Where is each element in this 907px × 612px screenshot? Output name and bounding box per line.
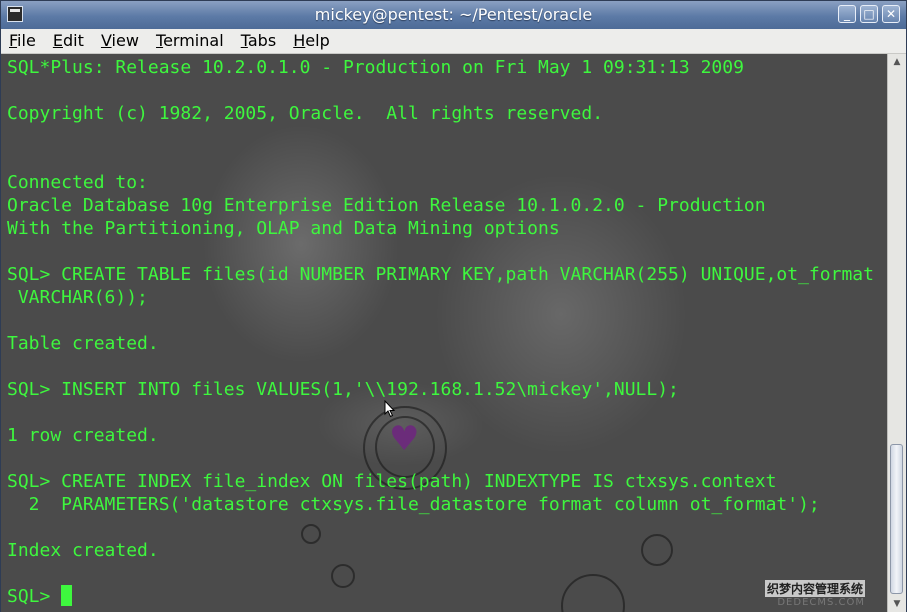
menu-bar: File Edit View Terminal Tabs Help bbox=[1, 29, 906, 54]
menu-file[interactable]: File bbox=[9, 29, 40, 53]
maximize-button[interactable]: □ bbox=[860, 5, 878, 23]
minimize-button[interactable]: _ bbox=[838, 5, 856, 23]
menu-view[interactable]: View bbox=[101, 29, 143, 53]
scroll-up-arrow-icon[interactable]: ▲ bbox=[891, 56, 903, 68]
watermark: 织梦内容管理系统 DEDECMS.COM bbox=[764, 580, 865, 608]
watermark-line2: DEDECMS.COM bbox=[777, 597, 865, 608]
terminal-output: SQL*Plus: Release 10.2.0.1.0 - Productio… bbox=[7, 56, 874, 608]
scrollbar-thumb[interactable] bbox=[890, 444, 903, 594]
menu-terminal[interactable]: Terminal bbox=[156, 29, 228, 53]
menu-tabs[interactable]: Tabs bbox=[241, 29, 280, 53]
window-title: mickey@pentest: ~/Pentest/oracle bbox=[314, 5, 593, 24]
terminal-area[interactable]: ♥ SQL*Plus: Release 10.2.0.1.0 - Product… bbox=[1, 54, 887, 612]
scroll-down-arrow-icon[interactable]: ▼ bbox=[891, 598, 903, 610]
close-button[interactable]: ✕ bbox=[882, 5, 900, 23]
watermark-line1: 织梦内容管理系统 bbox=[764, 580, 865, 597]
terminal-prompt: SQL> bbox=[7, 586, 62, 607]
menu-edit[interactable]: Edit bbox=[53, 29, 88, 53]
vertical-scrollbar[interactable]: ▲ ▼ bbox=[887, 54, 906, 612]
menu-help[interactable]: Help bbox=[293, 29, 333, 53]
text-cursor bbox=[61, 585, 73, 606]
terminal-text: SQL*Plus: Release 10.2.0.1.0 - Productio… bbox=[7, 57, 874, 561]
title-bar[interactable]: mickey@pentest: ~/Pentest/oracle _ □ ✕ bbox=[1, 1, 906, 29]
terminal-window: mickey@pentest: ~/Pentest/oracle _ □ ✕ F… bbox=[0, 0, 907, 612]
